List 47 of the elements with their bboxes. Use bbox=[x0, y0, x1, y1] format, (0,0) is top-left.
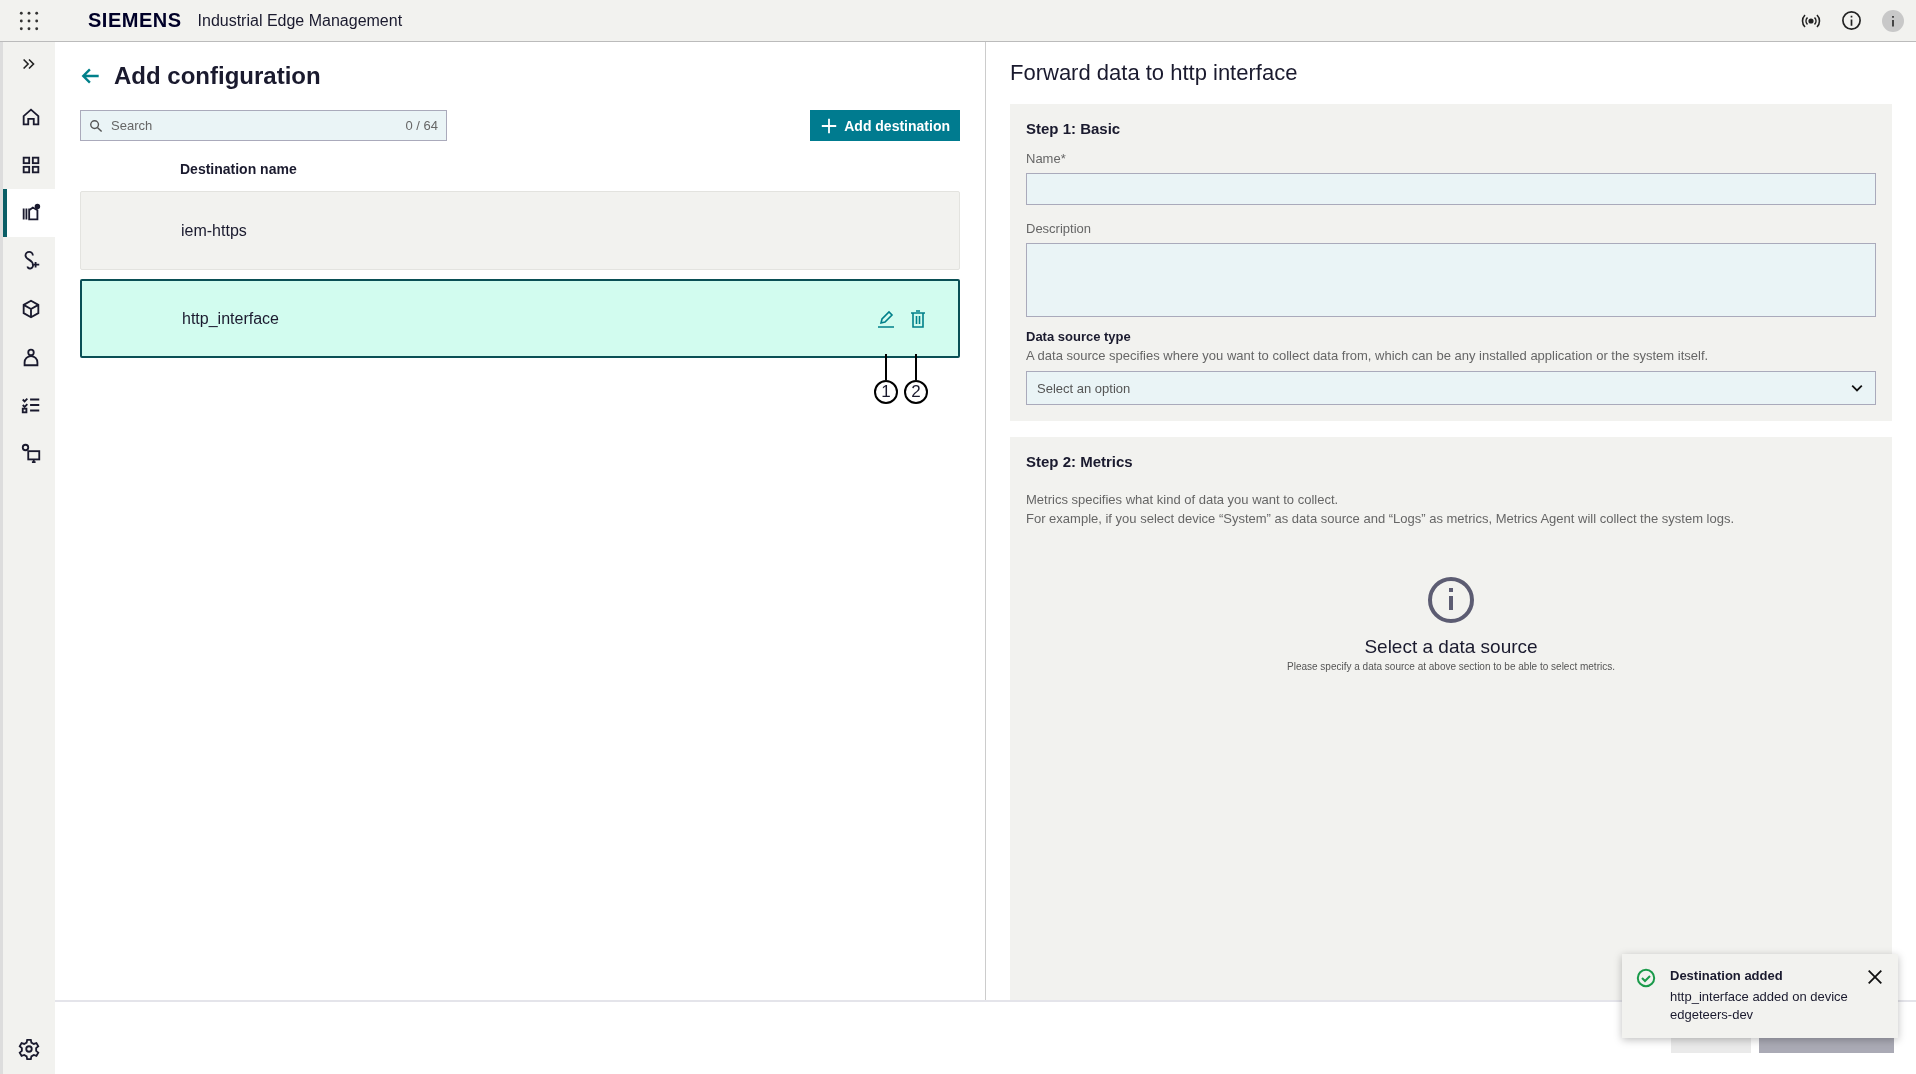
app-title: Industrial Edge Management bbox=[197, 11, 403, 30]
field-label: Name* bbox=[1026, 151, 1067, 166]
column-header: Destination name bbox=[179, 160, 298, 179]
field-label: Data source type bbox=[1026, 329, 1132, 344]
user-info-icon[interactable] bbox=[1882, 9, 1904, 32]
destination-row[interactable]: iem-https bbox=[80, 191, 960, 270]
nav-item[interactable] bbox=[3, 189, 55, 237]
info-icon[interactable] bbox=[1841, 10, 1862, 31]
destination-row[interactable]: http_interface bbox=[80, 279, 960, 358]
cube-icon bbox=[20, 298, 42, 320]
destination-name: http_interface bbox=[182, 309, 279, 328]
trash-icon[interactable] bbox=[908, 308, 928, 329]
leader-line bbox=[885, 354, 887, 380]
field-label: Description bbox=[1026, 221, 1093, 236]
brand-logo: SIEMENS bbox=[88, 9, 182, 32]
settings-icon[interactable] bbox=[18, 1038, 40, 1060]
plus-icon bbox=[820, 116, 839, 135]
close-icon[interactable] bbox=[1866, 967, 1884, 986]
edit-icon[interactable] bbox=[876, 308, 896, 329]
destination-name: iem-https bbox=[181, 221, 247, 240]
callout-number: 1 bbox=[874, 380, 898, 404]
description-text: Metrics specifies what kind of data you want to collect. bbox=[1026, 492, 1340, 507]
add-destination-button[interactable]: Add destination bbox=[810, 110, 960, 141]
page-title: Add configuration bbox=[114, 62, 321, 90]
description-input-field[interactable] bbox=[1026, 243, 1876, 317]
step-title: Step 1: Basic bbox=[1026, 120, 1122, 137]
search-icon bbox=[89, 118, 103, 133]
help-text: A data source specifies where you want to collect data from, which can be any installed application or the system itself. bbox=[1026, 348, 1710, 363]
toast-message: http_interface added on device edgeteers-dev bbox=[1670, 987, 1849, 1024]
empty-state-title: Select a data source bbox=[1364, 636, 1538, 658]
data-source-dropdown[interactable]: Select an option bbox=[1026, 371, 1876, 405]
info-icon bbox=[1427, 576, 1475, 624]
search-input-field[interactable]: Search bbox=[109, 117, 400, 134]
search-count: 0 / 64 bbox=[405, 118, 438, 133]
home-icon bbox=[20, 106, 42, 128]
panel-title: Forward data to http interface bbox=[1010, 60, 1299, 86]
success-check-icon bbox=[1636, 967, 1656, 988]
app-menu-icon[interactable] bbox=[18, 9, 40, 32]
dashboard-icon bbox=[20, 154, 42, 176]
empty-state-text: Please specify a data source at above section to be able to select metrics. bbox=[1287, 661, 1615, 672]
callout-number: 2 bbox=[904, 380, 928, 404]
toast-title: Destination added bbox=[1670, 967, 1784, 983]
name-input-field[interactable] bbox=[1026, 173, 1876, 205]
description-text: For example, if you select device “System” as data source and “Logs” as metrics, Metrics Agent will collect the system logs. bbox=[1026, 511, 1736, 526]
step-title: Step 2: Metrics bbox=[1026, 453, 1134, 470]
leader-line bbox=[915, 354, 917, 380]
search-field[interactable]: Search 0 / 64 bbox=[80, 110, 447, 141]
